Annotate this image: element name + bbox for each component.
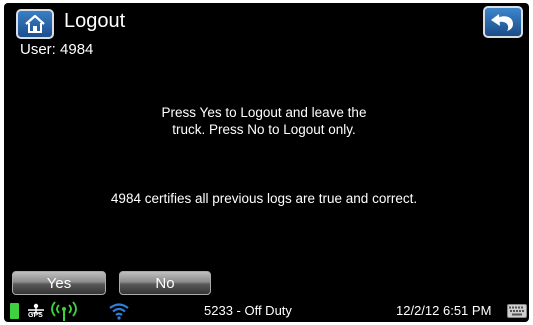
logout-screen: Logout User: 4984 Press Yes to Logout an… [4, 3, 529, 322]
instruction-line-2: truck. Press No to Logout only. [172, 122, 356, 137]
back-arrow-icon [491, 14, 513, 31]
signal-icon [51, 301, 77, 321]
instruction-message: Press Yes to Logout and leave the truck.… [64, 104, 464, 138]
certification-message: 4984 certifies all previous logs are tru… [110, 191, 418, 206]
battery-icon [10, 303, 19, 319]
instruction-line-1: Press Yes to Logout and leave the [161, 105, 367, 120]
page-title: Logout [64, 10, 126, 32]
wifi-icon [109, 303, 129, 320]
no-button[interactable]: No [119, 271, 211, 295]
keyboard-icon[interactable] [507, 304, 527, 318]
back-button[interactable] [483, 6, 523, 38]
home-button[interactable] [16, 9, 54, 39]
user-label: User: 4984 [20, 41, 94, 58]
gps-label: GPS [28, 312, 43, 319]
yes-button[interactable]: Yes [12, 271, 106, 295]
status-bar: GPS 5233 - Off Duty 12/2/12 6:51 PM [4, 300, 529, 322]
home-icon [25, 14, 45, 33]
date-time: 12/2/12 6:51 PM [396, 303, 492, 318]
vehicle-duty-status: 5233 - Off Duty [204, 303, 292, 318]
